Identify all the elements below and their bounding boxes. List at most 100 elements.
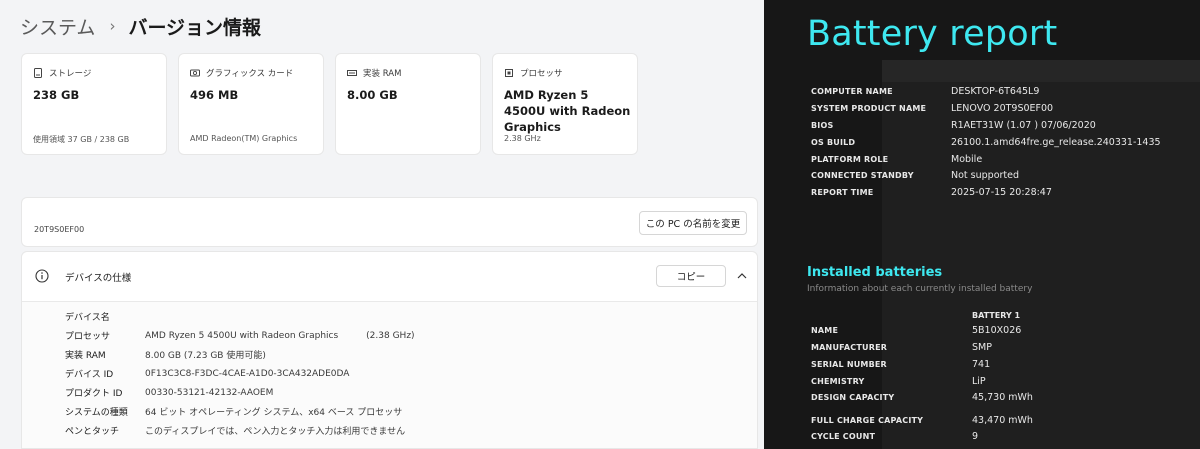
rename-pc-button[interactable]: この PC の名前を変更	[639, 211, 747, 235]
battery-row: MANUFACTURER SMP	[811, 342, 992, 353]
battery-key: SERIAL NUMBER	[811, 360, 887, 369]
breadcrumb-system-link[interactable]: システム	[20, 13, 95, 40]
device-specs-panel: デバイスの仕様 コピー デバイス名 プロセッサ AMD Ryzen 5 4500…	[21, 251, 758, 449]
battery-key: NAME	[811, 326, 839, 335]
chevron-up-icon[interactable]	[736, 271, 748, 281]
card-value: 238 GB	[33, 88, 80, 102]
battery-column-header: BATTERY 1	[972, 311, 1021, 320]
device-specs-title: デバイスの仕様	[65, 273, 132, 284]
device-name: 20T9S0EF00	[34, 225, 85, 234]
graphics-card-icon	[190, 69, 200, 77]
card-value: 8.00 GB	[347, 88, 398, 102]
processor-card[interactable]: プロセッサ AMD Ryzen 5 4500U with Radeon Grap…	[492, 53, 638, 155]
spec-value: 0F13C3C8-F3DC-4CAE-A1D0-3CA432ADE0DA	[145, 368, 350, 379]
card-label: グラフィックス カード	[206, 69, 294, 79]
spec-label: プロセッサ	[65, 332, 111, 342]
battery-row: NAME 5B10X026	[811, 325, 1021, 336]
info-key: BIOS	[811, 121, 834, 130]
background-band	[882, 60, 1200, 82]
info-key: SYSTEM PRODUCT NAME	[811, 104, 927, 113]
device-name-panel: 20T9S0EF00 この PC の名前を変更	[21, 197, 758, 247]
battery-report-page: Battery report COMPUTER NAME DESKTOP-6T6…	[764, 0, 1200, 449]
card-value: AMD Ryzen 5 4500U with Radeon Graphics	[504, 88, 631, 134]
card-value: 496 MB	[190, 88, 239, 102]
battery-key: CHEMISTRY	[811, 377, 865, 386]
battery-value: 45,730 mWh	[972, 392, 1033, 403]
card-subtext: 2.38 GHz	[504, 134, 541, 143]
storage-card[interactable]: ストレージ 238 GB 使用領域 37 GB / 238 GB	[21, 53, 167, 155]
battery-key: MANUFACTURER	[811, 343, 888, 352]
graphics-card-card[interactable]: グラフィックス カード 496 MB AMD Radeon(TM) Graphi…	[178, 53, 324, 155]
spec-row: プロダクト ID 00330-53121-42132-AAOEM	[65, 383, 415, 402]
battery-key: FULL CHARGE CAPACITY	[811, 416, 924, 425]
info-row: REPORT TIME 2025-07-15 20:28:47	[811, 187, 1052, 198]
storage-icon	[34, 68, 42, 78]
spec-value: このディスプレイでは、ペン入力とタッチ入力は利用できません	[145, 427, 406, 437]
info-row: BIOS R1AET31W (1.07 ) 07/06/2020	[811, 120, 1096, 131]
info-key: CONNECTED STANDBY	[811, 171, 914, 180]
battery-row: DESIGN CAPACITY 45,730 mWh	[811, 392, 1033, 403]
battery-row: FULL CHARGE CAPACITY 43,470 mWh	[811, 415, 1033, 426]
background-panel	[882, 60, 1200, 449]
battery-row: CHEMISTRY LiP	[811, 376, 986, 387]
settings-window: システム › バージョン情報 ストレージ 238 GB 使用領域 37 GB /…	[0, 0, 764, 449]
battery-value: 741	[972, 359, 991, 370]
spec-label: デバイス ID	[65, 370, 114, 380]
info-key: COMPUTER NAME	[811, 87, 893, 96]
spec-label: ペンとタッチ	[65, 427, 120, 437]
card-header: グラフィックス カード	[190, 67, 293, 79]
battery-value: SMP	[972, 342, 992, 353]
battery-value: 43,470 mWh	[972, 415, 1033, 426]
info-value: R1AET31W (1.07 ) 07/06/2020	[951, 120, 1096, 131]
spec-row: 実装 RAM 8.00 GB (7.23 GB 使用可能)	[65, 345, 415, 364]
info-key: PLATFORM ROLE	[811, 155, 889, 164]
battery-value: LiP	[972, 376, 986, 387]
installed-batteries-title: Installed batteries	[807, 265, 943, 280]
spec-row: システムの種類 64 ビット オペレーティング システム、x64 ベース プロセ…	[65, 402, 415, 421]
info-row: COMPUTER NAME DESKTOP-6T645L9	[811, 86, 1039, 97]
info-value: Not supported	[951, 170, 1020, 181]
spec-value-extra: (2.38 GHz)	[366, 330, 415, 341]
device-specs-header[interactable]: デバイスの仕様 コピー	[22, 252, 757, 302]
info-value: Mobile	[951, 154, 983, 165]
card-subtext: AMD Radeon(TM) Graphics	[190, 134, 298, 143]
card-label: 実装 RAM	[363, 69, 402, 79]
ram-icon	[347, 70, 357, 76]
spec-row: ペンとタッチ このディスプレイでは、ペン入力とタッチ入力は利用できません	[65, 421, 415, 440]
report-title: Battery report	[807, 14, 1058, 54]
spec-label: プロダクト ID	[65, 389, 123, 399]
processor-icon	[505, 69, 513, 77]
spec-value: 8.00 GB (7.23 GB 使用可能)	[145, 351, 266, 361]
ram-card[interactable]: 実装 RAM 8.00 GB	[335, 53, 481, 155]
spec-value: AMD Ryzen 5 4500U with Radeon Graphics	[145, 330, 339, 341]
battery-key: DESIGN CAPACITY	[811, 393, 895, 402]
battery-value: 5B10X026	[972, 325, 1022, 336]
spec-label: デバイス名	[65, 313, 110, 323]
card-label: プロセッサ	[520, 69, 563, 79]
card-header: プロセッサ	[504, 67, 563, 79]
copy-button[interactable]: コピー	[656, 265, 726, 287]
page-title: バージョン情報	[128, 16, 262, 39]
card-header: 実装 RAM	[347, 67, 401, 79]
battery-key: CYCLE COUNT	[811, 432, 876, 441]
spec-label: システムの種類	[65, 408, 128, 418]
info-row: SYSTEM PRODUCT NAME LENOVO 20T9S0EF00	[811, 103, 1053, 114]
info-value: 26100.1.amd64fre.ge_release.240331-1435	[951, 137, 1161, 148]
battery-row: CYCLE COUNT 9	[811, 431, 978, 442]
spec-label: 実装 RAM	[65, 351, 106, 361]
info-row: CONNECTED STANDBY Not supported	[811, 170, 1019, 181]
spec-row: デバイス名	[65, 307, 415, 326]
info-key: REPORT TIME	[811, 188, 874, 197]
breadcrumb-separator: ›	[109, 17, 116, 35]
spec-cards: ストレージ 238 GB 使用領域 37 GB / 238 GB グラフィックス…	[21, 53, 638, 155]
spec-row: デバイス ID 0F13C3C8-F3DC-4CAE-A1D0-3CA432AD…	[65, 364, 415, 383]
info-key: OS BUILD	[811, 138, 856, 147]
info-value: 2025-07-15 20:28:47	[951, 187, 1052, 198]
breadcrumb: システム › バージョン情報	[20, 12, 261, 40]
installed-batteries-subtitle: Information about each currently install…	[807, 284, 1033, 294]
card-subtext: 使用領域 37 GB / 238 GB	[33, 135, 130, 144]
spec-value: 64 ビット オペレーティング システム、x64 ベース プロセッサ	[145, 408, 403, 418]
battery-row: SERIAL NUMBER 741	[811, 359, 990, 370]
battery-value: 9	[972, 431, 979, 442]
info-value: LENOVO 20T9S0EF00	[951, 103, 1054, 114]
